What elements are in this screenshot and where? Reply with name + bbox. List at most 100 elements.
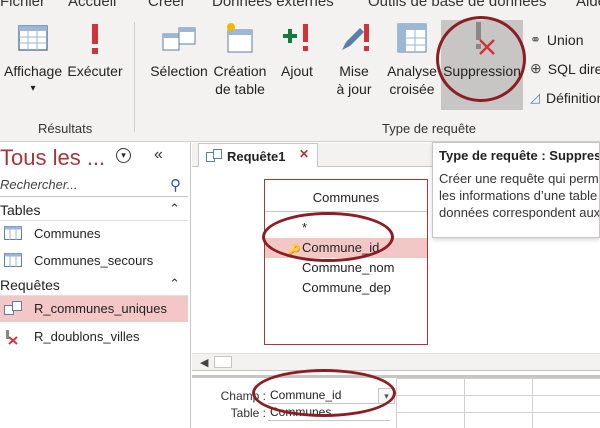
analyse-label-1: Analyse: [387, 63, 437, 79]
nav-item-communes-secours[interactable]: Communes_secours: [0, 248, 188, 274]
executer-label: Exécuter: [67, 63, 123, 79]
field-commune-id[interactable]: 🔑 Commune_id: [265, 238, 427, 258]
grid-row-champ: Champ : Commune_id ▾: [192, 387, 600, 404]
creation-label-1: Création: [213, 63, 267, 79]
crosstab-icon: [397, 23, 427, 53]
field-star[interactable]: *: [265, 218, 427, 238]
menu-accueil[interactable]: Accueil: [68, 0, 116, 10]
datasheet-view-icon: [18, 25, 48, 51]
tooltip-line-3: données correspondent aux critères.: [439, 205, 600, 220]
append-icon: [283, 24, 308, 51]
menu-fichier[interactable]: Fichier: [0, 0, 45, 10]
tooltip-line-2: les informations d’une table dont les: [439, 188, 599, 203]
ribbon-separator: [134, 22, 135, 132]
delete-query-icon: [6, 330, 18, 345]
nav-item-r-communes-uniques[interactable]: R_communes_uniques: [0, 296, 188, 322]
definition-label: Définition: [546, 90, 600, 106]
menu-aide[interactable]: Aide: [576, 0, 600, 10]
champ-value-cell[interactable]: Commune_id: [268, 388, 390, 404]
selection-button[interactable]: Sélection: [146, 20, 212, 80]
menu-bar: Fichier Accueil Créer Données externes O…: [0, 0, 600, 14]
union-button[interactable]: ⚭ Union: [530, 32, 584, 48]
update-pencil-icon: [342, 24, 369, 51]
collapse-pane-icon[interactable]: «: [154, 146, 163, 164]
affichage-label: Affichage: [4, 63, 63, 79]
table-value-cell[interactable]: Communes: [268, 405, 390, 421]
select-query-icon: [162, 27, 196, 51]
analyse-croisee-button[interactable]: Analyse croisée: [384, 20, 440, 98]
collapse-section-icon[interactable]: ⌃: [169, 276, 180, 292]
suppression-button[interactable]: Suppression: [441, 20, 523, 80]
scroll-left-icon[interactable]: ◀: [200, 356, 208, 369]
tables-label: Tables: [0, 202, 41, 218]
union-icon: ⚭: [530, 32, 541, 47]
query-icon: [206, 149, 222, 162]
resultats-group-label: Résultats: [38, 121, 93, 136]
globe-icon: ⊕: [530, 60, 542, 76]
nav-item-communes[interactable]: Communes: [0, 221, 188, 247]
make-table-icon: [227, 23, 253, 53]
tooltip-line-1: Créer une requête qui permet de supprime…: [439, 171, 599, 186]
tab-requete1[interactable]: Requête1 ✕: [198, 143, 318, 167]
ajout-label: Ajout: [281, 63, 313, 79]
field-commune-nom[interactable]: Commune_nom: [265, 258, 427, 278]
navigation-pane: Tous les ... ▾ « Rechercher... ⚲ Tables …: [0, 143, 191, 428]
delete-query-icon: [476, 22, 495, 55]
nav-search-input[interactable]: Rechercher... ⚲: [0, 175, 188, 197]
union-label: Union: [546, 32, 584, 48]
chevron-down-icon[interactable]: ▾: [4, 80, 62, 98]
sql-direct-label: SQL direct: [547, 60, 600, 77]
table-label: Table :: [230, 406, 266, 420]
nav-title[interactable]: Tous les ...: [0, 145, 105, 171]
creation-label-2: de table: [215, 81, 265, 97]
query-grid: Champ : Commune_id ▾ Table : Communes: [192, 375, 600, 428]
table-icon: [4, 253, 22, 267]
run-exclamation-icon: [92, 24, 98, 54]
nav-section-requetes[interactable]: Requêtes ⌃: [0, 276, 188, 296]
table-icon: [4, 226, 22, 240]
requetes-label: Requêtes: [0, 277, 60, 293]
tab-label: Requête1: [227, 149, 286, 164]
tooltip-title: Type de requête : Suppression: [439, 148, 599, 163]
nav-section-tables[interactable]: Tables ⌃: [0, 201, 188, 221]
grid-row-table: Table : Communes: [192, 404, 600, 421]
query-icon: [4, 301, 22, 315]
maj-label-1: Mise: [339, 63, 369, 79]
definition-button[interactable]: ◿ Définition: [530, 90, 600, 106]
affichage-button[interactable]: Affichage ▾: [4, 20, 62, 98]
chevron-down-circle-icon[interactable]: ▾: [116, 148, 131, 163]
close-icon[interactable]: ✕: [299, 147, 309, 161]
creation-table-button[interactable]: Création de table: [212, 20, 268, 98]
menu-creer[interactable]: Créer: [148, 0, 186, 10]
collapse-section-icon[interactable]: ⌃: [169, 201, 180, 217]
suppression-label: Suppression: [443, 63, 521, 79]
search-icon[interactable]: ⚲: [170, 176, 181, 194]
nav-item-label: R_communes_uniques: [34, 301, 167, 316]
executer-button[interactable]: Exécuter: [66, 20, 124, 80]
tooltip: Type de requête : Suppression Créer une …: [432, 142, 600, 238]
nav-item-label: Communes: [34, 226, 101, 241]
mise-a-jour-button[interactable]: Mise à jour: [330, 20, 378, 98]
scrollbar-thumb[interactable]: [214, 356, 232, 368]
ajout-button[interactable]: Ajout: [274, 20, 320, 80]
horizontal-scrollbar[interactable]: ◀: [192, 353, 600, 371]
maj-label-2: à jour: [336, 81, 372, 97]
analyse-label-2: croisée: [389, 81, 435, 97]
sql-direct-button[interactable]: ⊕ SQL direct: [530, 60, 600, 77]
nav-item-label: R_doublons_villes: [34, 329, 140, 344]
nav-item-label: Communes_secours: [34, 253, 154, 268]
nav-item-r-doublons-villes[interactable]: R_doublons_villes: [0, 324, 188, 350]
search-placeholder: Rechercher...: [0, 177, 78, 192]
field-commune-dep[interactable]: Commune_dep: [265, 278, 427, 298]
selection-label: Sélection: [150, 63, 208, 79]
table-name: Communes: [265, 180, 427, 212]
menu-outils-bdd[interactable]: Outils de base de données: [368, 0, 546, 10]
menu-donnees-externes[interactable]: Données externes: [212, 0, 334, 10]
field-label: Commune_id: [302, 240, 380, 255]
table-field-list-communes[interactable]: Communes * 🔑 Commune_id Commune_nom Comm…: [264, 179, 428, 345]
type-requete-group-label: Type de requête: [382, 121, 476, 136]
champ-label: Champ :: [220, 389, 266, 403]
data-definition-icon: ◿: [530, 90, 540, 105]
chevron-down-icon[interactable]: ▾: [378, 388, 395, 404]
ribbon: Affichage ▾ Exécuter Résultats Sélection…: [0, 14, 600, 142]
